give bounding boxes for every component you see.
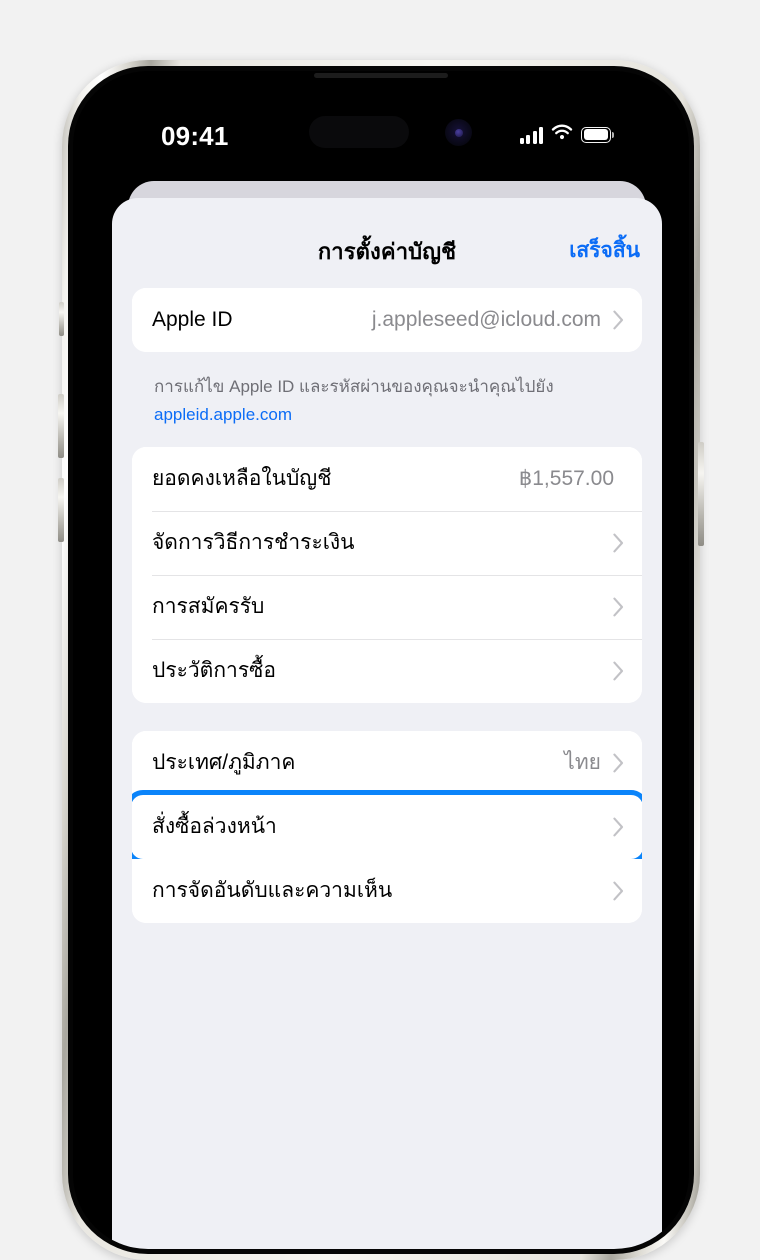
preorders-highlight-wrapper: สั่งซื้อล่วงหน้า bbox=[132, 789, 642, 864]
row-apple-id[interactable]: Apple ID j.appleseed@icloud.com bbox=[132, 288, 642, 352]
footnote-text: การแก้ไข Apple ID และรหัสผ่านของคุณจะนำค… bbox=[154, 377, 554, 396]
dynamic-island bbox=[309, 116, 409, 148]
volume-down-button[interactable] bbox=[58, 478, 64, 542]
chevron-right-icon bbox=[613, 661, 624, 681]
screenshot-stage: 09:41 การตั้งค่าบัญชี เสร็จสิ้น Apple ID… bbox=[0, 0, 760, 1260]
row-label: ประวัติการซื้อ bbox=[152, 659, 276, 683]
battery-icon bbox=[581, 126, 614, 143]
row-pre-orders[interactable]: สั่งซื้อล่วงหน้า bbox=[132, 794, 642, 859]
row-value: j.appleseed@icloud.com bbox=[371, 308, 601, 331]
row-country-region[interactable]: ประเทศ/ภูมิภาค ไทย bbox=[132, 730, 642, 795]
status-bar-indicators bbox=[519, 123, 614, 146]
row-account-balance: ยอดคงเหลือในบัญชี ฿1,557.00 bbox=[132, 446, 642, 511]
billing-group: ยอดคงเหลือในบัญชี ฿1,557.00 จัดการวิธีกา… bbox=[132, 446, 642, 703]
chevron-right-icon bbox=[613, 533, 624, 553]
row-label: จัดการวิธีการชำระเงิน bbox=[152, 531, 355, 555]
row-label: การสมัครรับ bbox=[152, 595, 265, 619]
iphone-device-frame: 09:41 การตั้งค่าบัญชี เสร็จสิ้น Apple ID… bbox=[58, 60, 704, 1260]
volume-up-button[interactable] bbox=[58, 394, 64, 458]
row-value: ฿1,557.00 bbox=[518, 467, 614, 491]
row-purchase-history[interactable]: ประวัติการซื้อ bbox=[132, 638, 642, 703]
region-group: ประเทศ/ภูมิภาค ไทย สั่งซื้อล่วงหน้า การจ… bbox=[132, 730, 642, 923]
row-label: ประเทศ/ภูมิภาค bbox=[152, 751, 296, 775]
side-power-button[interactable] bbox=[698, 442, 704, 546]
apple-id-group: Apple ID j.appleseed@icloud.com bbox=[132, 288, 642, 352]
chevron-right-icon bbox=[613, 597, 624, 617]
chevron-right-icon bbox=[613, 753, 624, 773]
row-value: ไทย bbox=[564, 751, 601, 775]
row-label: สั่งซื้อล่วงหน้า bbox=[152, 815, 277, 839]
account-settings-sheet: การตั้งค่าบัญชี เสร็จสิ้น Apple ID j.app… bbox=[112, 198, 662, 1249]
row-ratings-and-reviews[interactable]: การจัดอันดับและความเห็น bbox=[132, 858, 642, 923]
settings-content: Apple ID j.appleseed@icloud.com การแก้ไข… bbox=[112, 288, 662, 923]
cellular-signal-icon bbox=[519, 126, 543, 144]
chevron-right-icon bbox=[613, 817, 624, 837]
apple-id-footnote: การแก้ไข Apple ID และรหัสผ่านของคุณจะนำค… bbox=[132, 360, 642, 447]
chevron-right-icon bbox=[613, 881, 624, 901]
status-bar-clock: 09:41 bbox=[161, 121, 229, 151]
row-subscriptions[interactable]: การสมัครรับ bbox=[132, 574, 642, 639]
row-label: Apple ID bbox=[152, 308, 233, 331]
silent-switch-button[interactable] bbox=[59, 302, 64, 336]
row-label: การจัดอันดับและความเห็น bbox=[152, 879, 393, 903]
done-button[interactable]: เสร็จสิ้น bbox=[569, 234, 640, 267]
row-label: ยอดคงเหลือในบัญชี bbox=[152, 467, 332, 491]
chevron-right-icon bbox=[613, 310, 624, 330]
wifi-icon bbox=[551, 123, 573, 146]
front-camera-icon bbox=[445, 119, 472, 146]
phone-screen: 09:41 การตั้งค่าบัญชี เสร็จสิ้น Apple ID… bbox=[73, 71, 689, 1249]
sheet-navigation-bar: การตั้งค่าบัญชี เสร็จสิ้น bbox=[112, 198, 662, 288]
row-manage-payments[interactable]: จัดการวิธีการชำระเงิน bbox=[132, 510, 642, 575]
appleid-link[interactable]: appleid.apple.com bbox=[154, 402, 622, 428]
status-bar: 09:41 bbox=[73, 71, 689, 181]
